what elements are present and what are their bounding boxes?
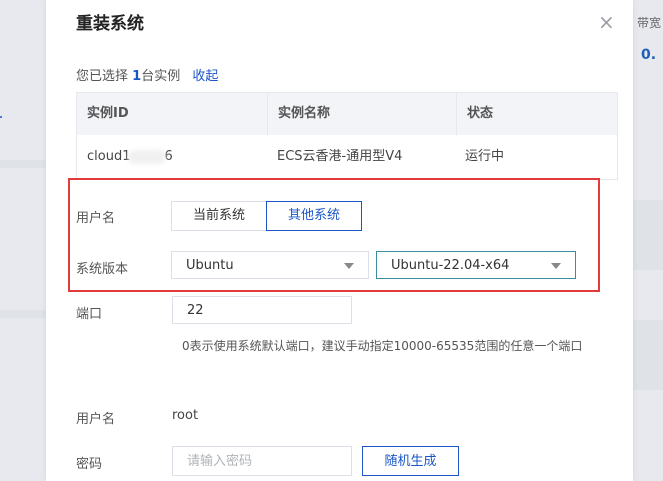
redaction-blur	[128, 149, 167, 164]
column-header-instance-id: 实例ID	[77, 93, 268, 135]
username-type-label: 用户名	[76, 211, 116, 226]
port-label: 端口	[76, 307, 103, 322]
column-header-status: 状态	[467, 106, 494, 121]
status-badge: 运行中	[465, 149, 505, 164]
instance-id-start: cloud1	[87, 149, 131, 164]
selection-prefix: 您已选择	[76, 69, 133, 84]
password-field[interactable]	[172, 446, 352, 476]
dialog-title: 重装系统	[76, 14, 144, 34]
port-input[interactable]	[172, 296, 352, 324]
chevron-down-icon	[344, 263, 354, 269]
close-icon[interactable]: ×	[598, 12, 615, 32]
collapse-link[interactable]: 收起	[192, 69, 218, 84]
background-stripe	[0, 310, 46, 318]
username-label: 用户名	[76, 412, 116, 427]
selection-suffix: 台实例	[141, 69, 181, 84]
os-distro-value: Ubuntu	[186, 258, 234, 273]
instance-table: 实例ID 实例名称 状态 cloud1 6 ECS云香港-通用型V4 运行中	[76, 92, 618, 180]
chevron-down-icon	[551, 263, 561, 269]
reinstall-system-dialog: 重装系统 × 您已选择 1台实例 收起 实例ID 实例名称 状态 cloud1 6…	[46, 0, 633, 481]
background-stripe	[633, 320, 663, 390]
background-value: 0.	[641, 47, 657, 63]
selection-count: 1	[132, 69, 142, 84]
background-stripe	[0, 160, 46, 168]
selection-summary: 您已选择 1台实例 收起	[76, 65, 218, 84]
os-version-value: Ubuntu-22.04-x64	[391, 258, 510, 273]
table-header: 实例ID 实例名称 状态	[77, 93, 617, 135]
background-mark	[0, 116, 2, 118]
instance-id-cell: cloud1 6	[77, 135, 267, 179]
option-current-system[interactable]: 当前系统	[171, 201, 268, 231]
password-label: 密码	[76, 457, 103, 472]
background-right-panel: 带宽 0.	[633, 0, 663, 481]
os-distro-select[interactable]: Ubuntu	[171, 251, 369, 279]
option-other-system[interactable]: 其他系统	[266, 201, 363, 231]
table-row: cloud1 6 ECS云香港-通用型V4 运行中	[77, 135, 617, 179]
background-text: 带宽	[637, 16, 662, 30]
background-left-panel	[0, 0, 46, 481]
generate-random-button[interactable]: 随机生成	[362, 446, 459, 476]
column-header-instance-name: 实例名称	[268, 93, 457, 135]
system-type-toggle: 当前系统 其他系统	[171, 201, 363, 231]
background-stripe	[633, 200, 663, 270]
port-hint: 0表示使用系统默认端口，建议手动指定10000-65535范围的任意一个端口	[182, 339, 583, 353]
instance-name-cell: ECS云香港-通用型V4	[277, 149, 403, 164]
os-version-select[interactable]: Ubuntu-22.04-x64	[376, 251, 576, 279]
username-value: root	[172, 408, 199, 423]
os-version-label: 系统版本	[76, 262, 129, 277]
